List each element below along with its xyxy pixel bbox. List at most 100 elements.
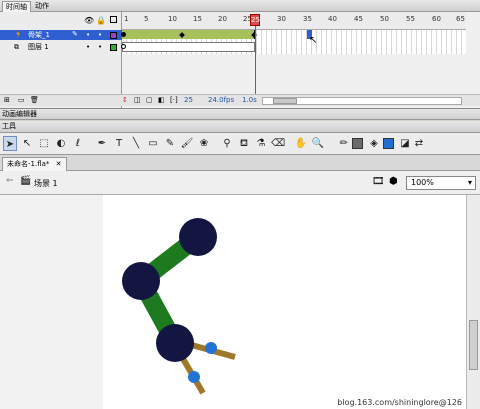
stage[interactable] <box>103 195 466 409</box>
ruler-label: 65 <box>456 15 465 23</box>
fill-color-swatch[interactable] <box>383 138 394 149</box>
line-icon[interactable]: ╲ <box>129 136 143 151</box>
scroll-thumb[interactable] <box>469 320 478 370</box>
tools-label: 工具 <box>2 122 16 130</box>
pen-icon[interactable]: ✒ <box>95 136 109 151</box>
edit-multiple-icon[interactable]: ◧ <box>158 96 165 104</box>
layer-name: 图层 1 <box>28 43 49 51</box>
ruler-label: 5 <box>144 15 149 23</box>
document-tab-bar: 未命名-1.fla* ✕ <box>0 155 480 171</box>
pose-span[interactable] <box>122 30 255 39</box>
paint-bucket-icon[interactable]: ⛾ <box>237 136 251 151</box>
lock-icon[interactable]: 🔒 <box>96 16 106 25</box>
frame-ruler[interactable]: 1 5 10 15 20 25 30 35 40 45 50 55 60 65 <box>122 12 466 30</box>
tab-timeline[interactable]: 时间轴 <box>2 1 31 12</box>
watermark-text: blog.163.com/shininglore@126 <box>337 398 462 407</box>
chevron-down-icon[interactable]: ▾ <box>468 177 472 189</box>
new-folder-icon[interactable]: ▭ <box>18 96 25 104</box>
swap-colors-icon[interactable]: ⇄ <box>412 136 426 151</box>
rectangle-icon[interactable]: ▭ <box>146 136 160 151</box>
vertical-scrollbar[interactable] <box>466 195 480 409</box>
lock-dot-icon[interactable]: • <box>98 30 102 40</box>
ruler-label: 15 <box>193 15 202 23</box>
layer-row-armature[interactable]: 🏃 骨架_1 ✎ • • <box>0 30 122 40</box>
onion-skin-icon[interactable]: ◫ <box>134 96 141 104</box>
3d-rotation-icon[interactable]: ◐ <box>54 136 68 151</box>
document-tab[interactable]: 未命名-1.fla* ✕ <box>2 157 67 171</box>
pencil-icon[interactable]: ✎ <box>163 136 177 151</box>
small-joint-circle[interactable] <box>205 342 217 354</box>
tab-actions[interactable]: 动作 <box>32 1 52 12</box>
visible-dot-icon[interactable]: • <box>86 30 90 40</box>
joint-circle[interactable] <box>179 218 217 256</box>
layer-name: 骨架_1 <box>28 31 50 39</box>
keyframe-icon[interactable] <box>121 32 126 37</box>
fill-color-icon[interactable]: ◈ <box>367 136 381 151</box>
cursor-icon: ↖ <box>309 35 318 46</box>
back-arrow-icon[interactable]: ⇐ <box>6 176 14 186</box>
timeline-tab-bar: 时间轴 动作 <box>0 0 480 12</box>
ruler-label: 10 <box>168 15 177 23</box>
scene-icon: 🎬 <box>20 176 32 186</box>
new-layer-icon[interactable]: ⊞ <box>4 96 10 104</box>
current-frame: 25 <box>184 96 193 104</box>
layer-row-1[interactable]: ⧉ 图层 1 • • <box>0 42 122 52</box>
lasso-icon[interactable]: ℓ <box>71 136 85 151</box>
center-frame-icon[interactable]: ↕ <box>122 96 128 104</box>
arrow-icon[interactable]: ➤ <box>3 136 17 151</box>
hand-icon[interactable]: ✋ <box>294 136 308 151</box>
scene-label[interactable]: 场景 1 <box>34 178 58 189</box>
close-icon[interactable]: ✕ <box>56 160 62 168</box>
layer-color-icon[interactable] <box>110 44 117 51</box>
onion-outline-icon[interactable]: ▢ <box>146 96 153 104</box>
default-colors-icon[interactable]: ◪ <box>398 136 412 151</box>
layer-color-icon[interactable] <box>110 32 117 39</box>
small-joint-circle[interactable] <box>188 371 200 383</box>
timeline-status-bar: ⊞ ▭ 🗑 ↕ ◫ ▢ ◧ [·] 25 24.0fps 1.0s <box>0 94 480 106</box>
visible-dot-icon[interactable]: • <box>86 42 90 52</box>
static-span[interactable] <box>122 42 255 52</box>
elapsed-time: 1.0s <box>242 96 257 104</box>
ruler-label: 40 <box>328 15 337 23</box>
edit-scene-icon[interactable]: 🎞 <box>372 176 385 187</box>
frame-grid[interactable]: ↖ <box>121 30 466 54</box>
eye-icon[interactable]: 👁 <box>84 16 94 25</box>
text-icon[interactable]: T <box>112 136 126 151</box>
outline-icon[interactable] <box>110 16 117 23</box>
horizontal-scrollbar[interactable] <box>262 97 462 105</box>
scroll-thumb[interactable] <box>273 98 297 104</box>
zoom-value: 100% <box>411 178 434 187</box>
joint-circle[interactable] <box>156 324 194 362</box>
tools-panel-header: 工具 <box>0 121 480 133</box>
free-transform-icon[interactable]: ⬚ <box>37 136 51 151</box>
delete-icon[interactable]: 🗑 <box>30 96 39 104</box>
document-tab-label: 未命名-1.fla* <box>7 160 50 168</box>
playhead[interactable]: 25 <box>250 14 260 26</box>
onion-markers-icon[interactable]: [·] <box>170 96 178 104</box>
ruler-label: 55 <box>406 15 415 23</box>
stroke-color-swatch[interactable] <box>352 138 363 149</box>
joint-circle[interactable] <box>122 262 160 300</box>
edit-bar: ⇐ 🎬 场景 1 🎞 ⬢ 100% ▾ <box>0 171 480 195</box>
frame-rate[interactable]: 24.0fps <box>208 96 234 104</box>
ruler-label: 1 <box>124 15 129 23</box>
ruler-label: 35 <box>303 15 312 23</box>
layer-icon: ⧉ <box>14 43 19 51</box>
deco-icon[interactable]: ❀ <box>197 136 211 151</box>
eyedropper-icon[interactable]: ⚗ <box>254 136 268 151</box>
armature-drawing[interactable] <box>103 195 466 409</box>
armature-icon: 🏃 <box>14 31 23 39</box>
motion-editor-bar[interactable]: 动画编辑器 <box>0 108 480 120</box>
ruler-label: 30 <box>277 15 286 23</box>
zoom-select[interactable]: 100% ▾ <box>406 176 476 190</box>
lock-dot-icon[interactable]: • <box>98 42 102 52</box>
stroke-color-icon[interactable]: ✏ <box>337 136 351 151</box>
bone-icon[interactable]: ⚲ <box>220 136 234 151</box>
subselect-icon[interactable]: ↖ <box>20 136 34 151</box>
eraser-icon[interactable]: ⌫ <box>271 136 285 151</box>
ruler-label: 45 <box>354 15 363 23</box>
empty-keyframe-icon[interactable] <box>121 44 126 49</box>
edit-symbol-icon[interactable]: ⬢ <box>389 176 398 187</box>
zoom-icon[interactable]: 🔍 <box>311 136 325 151</box>
brush-icon[interactable]: 🖌 <box>180 136 194 151</box>
